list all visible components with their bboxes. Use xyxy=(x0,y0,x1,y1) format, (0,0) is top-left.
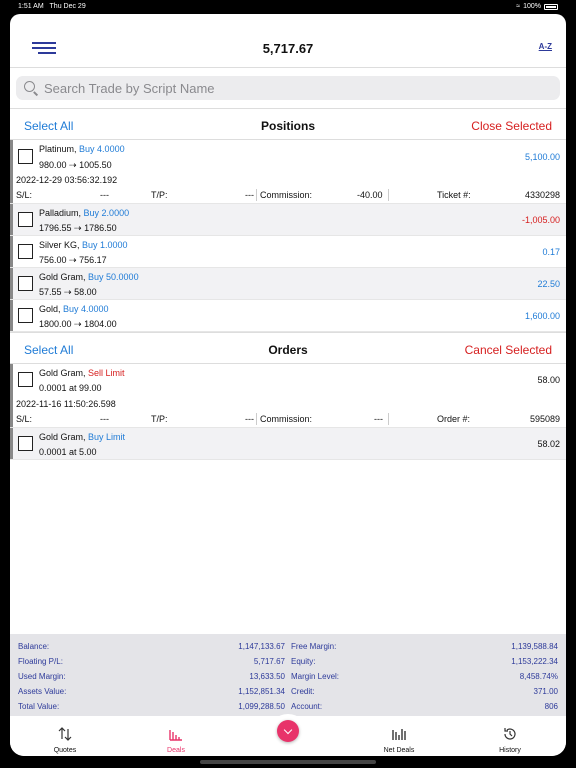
order-price: 58.00 xyxy=(537,375,560,385)
position-details: S/L: --- T/P: --- Commission: -40.00 Tic… xyxy=(16,189,560,201)
home-indicator xyxy=(200,760,376,764)
row-accent xyxy=(10,428,13,459)
position-prices: 980.00 ⇢ 1005.50 xyxy=(39,160,112,170)
total-label: Total Value: xyxy=(18,702,60,711)
balance-value: 1,147,133.67 xyxy=(238,642,285,651)
position-row[interactable]: Palladium, Buy 2.0000 1796.55 ⇢ 1786.50 … xyxy=(10,204,566,236)
position-name: Silver KG, Buy 1.0000 xyxy=(39,240,128,250)
position-prices: 1796.55 ⇢ 1786.50 xyxy=(39,223,117,233)
tab-quotes[interactable]: Quotes xyxy=(30,718,100,756)
order-checkbox[interactable] xyxy=(18,372,33,387)
account-summary: Balance: 1,147,133.67 Free Margin: 1,139… xyxy=(10,634,566,716)
position-checkbox[interactable] xyxy=(18,308,33,323)
order-details: S/L: --- T/P: --- Commission: --- Order … xyxy=(16,413,560,425)
status-right: ≈ 100% xyxy=(516,3,558,10)
position-name: Gold Gram, Buy 50.0000 xyxy=(39,272,139,282)
position-profit: -1,005.00 xyxy=(521,215,560,225)
position-row[interactable]: Silver KG, Buy 1.0000 756.00 ⇢ 756.17 0.… xyxy=(10,236,566,268)
free-margin-value: 1,139,588.84 xyxy=(511,642,558,651)
used-margin-label: Used Margin: xyxy=(18,672,66,681)
used-margin-value: 13,633.50 xyxy=(249,672,285,681)
sort-az-icon[interactable]: A-Z xyxy=(539,42,552,51)
position-row[interactable]: Gold Gram, Buy 50.0000 57.55 ⇢ 58.00 22.… xyxy=(10,268,566,300)
floating-total: 5,717.67 xyxy=(262,41,314,56)
position-timestamp: 2022-12-29 03:56:32.192 xyxy=(16,175,118,185)
floating-value: 5,717.67 xyxy=(253,657,285,666)
expand-fab-button[interactable] xyxy=(277,720,299,742)
account-label: Account: xyxy=(291,702,323,711)
wifi-icon: ≈ xyxy=(516,3,521,10)
positions-header: Select All Positions Close Selected xyxy=(10,108,566,140)
row-accent xyxy=(10,268,13,299)
position-checkbox[interactable] xyxy=(18,149,33,164)
position-profit: 5,100.00 xyxy=(524,152,560,162)
position-name: Gold, Buy 4.0000 xyxy=(39,304,109,314)
credit-label: Credit: xyxy=(291,687,315,696)
bars-icon xyxy=(169,730,182,741)
order-name: Gold Gram, Sell Limit xyxy=(39,368,125,378)
app-screen: 5,717.67 A-Z Select All Positions Close … xyxy=(10,14,566,756)
order-row[interactable]: Gold Gram, Sell Limit 0.0001 at 99.00 58… xyxy=(10,364,566,428)
tab-net-deals[interactable]: Net Deals xyxy=(364,718,434,756)
position-checkbox[interactable] xyxy=(18,276,33,291)
account-value: 806 xyxy=(544,702,558,711)
position-prices: 756.00 ⇢ 756.17 xyxy=(39,255,107,265)
row-accent xyxy=(10,300,13,331)
margin-level-label: Margin Level: xyxy=(291,672,340,681)
equity-label: Equity: xyxy=(291,657,316,666)
tab-history[interactable]: History xyxy=(475,718,545,756)
balance-label: Balance: xyxy=(18,642,50,651)
order-prices: 0.0001 at 99.00 xyxy=(39,383,102,393)
order-prices: 0.0001 at 5.00 xyxy=(39,447,97,457)
floating-label: Floating P/L: xyxy=(18,657,63,666)
battery-percent: 100% xyxy=(523,3,541,10)
position-profit: 0.17 xyxy=(542,247,560,257)
position-profit: 1,600.00 xyxy=(524,311,560,321)
status-bar: 1:51 AM Thu Dec 29 ≈ 100% xyxy=(0,0,576,14)
status-time: 1:51 AM Thu Dec 29 xyxy=(18,3,86,10)
order-checkbox[interactable] xyxy=(18,436,33,451)
chevron-down-icon xyxy=(283,725,293,735)
free-margin-label: Free Margin: xyxy=(291,642,337,651)
position-row[interactable]: Platinum, Buy 4.0000 980.00 ⇢ 1005.50 5,… xyxy=(10,140,566,204)
orders-header: Select All Orders Cancel Selected xyxy=(10,332,566,364)
total-value: 1,099,288.50 xyxy=(238,702,285,711)
search-input[interactable] xyxy=(44,76,544,100)
order-row[interactable]: Gold Gram, Buy Limit 0.0001 at 5.00 58.0… xyxy=(10,428,566,460)
tab-deals[interactable]: Deals xyxy=(141,718,211,756)
bars-chart-icon xyxy=(392,729,406,740)
order-timestamp: 2022-11-16 11:50:26.598 xyxy=(16,399,116,409)
search-bar[interactable] xyxy=(16,76,560,100)
search-icon xyxy=(24,81,35,92)
position-prices: 57.55 ⇢ 58.00 xyxy=(39,287,97,297)
position-prices: 1800.00 ⇢ 1804.00 xyxy=(39,319,117,329)
position-name: Palladium, Buy 2.0000 xyxy=(39,208,130,218)
assets-label: Assets Value: xyxy=(18,687,67,696)
position-name: Platinum, Buy 4.0000 xyxy=(39,144,125,154)
row-accent xyxy=(10,204,13,235)
order-price: 58.02 xyxy=(537,439,560,449)
position-checkbox[interactable] xyxy=(18,244,33,259)
battery-icon xyxy=(544,3,558,10)
header: 5,717.67 A-Z xyxy=(10,14,566,68)
assets-value: 1,152,851.34 xyxy=(238,687,285,696)
margin-level-value: 8,458.74% xyxy=(519,672,558,681)
row-accent xyxy=(10,236,13,267)
history-icon xyxy=(504,728,516,740)
order-name: Gold Gram, Buy Limit xyxy=(39,432,126,442)
sort-arrows-icon xyxy=(58,727,72,741)
position-profit: 22.50 xyxy=(537,279,560,289)
position-checkbox[interactable] xyxy=(18,212,33,227)
close-selected-button[interactable]: Close Selected xyxy=(471,119,552,133)
cancel-selected-button[interactable]: Cancel Selected xyxy=(465,343,552,357)
equity-value: 1,153,222.34 xyxy=(511,657,558,666)
credit-value: 371.00 xyxy=(533,687,558,696)
position-row[interactable]: Gold, Buy 4.0000 1800.00 ⇢ 1804.00 1,600… xyxy=(10,300,566,332)
